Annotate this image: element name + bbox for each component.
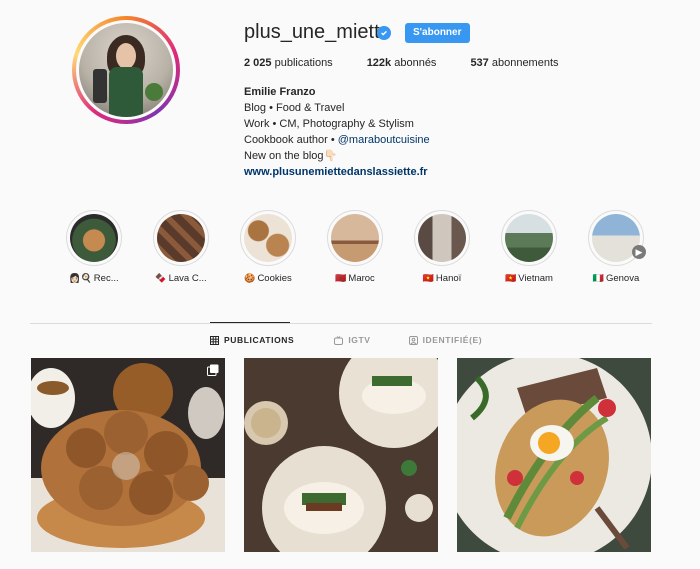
highlight-item[interactable]: 🍫 Lava C... — [145, 210, 217, 284]
stat-following[interactable]: 537 abonnements — [470, 57, 558, 69]
tab-igtv[interactable]: IGTV — [334, 335, 370, 345]
stat-publications[interactable]: 2 025 publications — [244, 57, 333, 69]
highlight-thumbnail — [157, 214, 205, 262]
stat-followers[interactable]: 122k abonnés — [367, 57, 437, 69]
post-thumbnail[interactable] — [244, 358, 438, 552]
profile-username: plus_une_miette — [244, 21, 391, 43]
avatar-border — [76, 20, 176, 120]
highlight-item[interactable]: 🇻🇳 Vietnam — [493, 210, 565, 284]
post-image — [31, 358, 225, 552]
bio-line: Cookbook author • @maraboutcuisine — [244, 134, 430, 146]
highlight-thumbnail — [70, 214, 118, 262]
highlight-label: Genova — [605, 273, 640, 284]
profile-tabs: PUBLICATIONS IGTV IDENTIFIÉ(E) — [210, 335, 520, 345]
bio-name: Emilie Franzo — [244, 86, 316, 98]
post-thumbnail[interactable] — [457, 358, 651, 552]
highlight-label: Cookies — [257, 273, 292, 284]
bio-mention-link[interactable]: @maraboutcuisine — [338, 134, 430, 146]
verified-badge-icon — [377, 26, 391, 40]
profile-avatar[interactable] — [72, 16, 180, 124]
bio-line: Work • CM, Photography & Stylism — [244, 118, 414, 130]
active-tab-indicator — [210, 322, 290, 323]
highlight-label: Rec... — [93, 273, 119, 284]
post-thumbnail[interactable] — [31, 358, 225, 552]
profile-bio: Emilie Franzo Blog • Food & Travel Work … — [244, 84, 430, 180]
highlight-item[interactable]: 🍪 Cookies — [232, 210, 304, 284]
igtv-icon — [334, 335, 344, 345]
post-image — [244, 358, 438, 552]
highlight-thumbnail — [244, 214, 292, 262]
highlight-thumbnail — [331, 214, 379, 262]
bio-line: Blog • Food & Travel — [244, 102, 345, 114]
highlight-thumbnail — [418, 214, 466, 262]
follow-button[interactable]: S'abonner — [405, 23, 470, 43]
tab-publications[interactable]: PUBLICATIONS — [210, 335, 294, 345]
multiple-photos-icon — [207, 364, 219, 376]
tagged-icon — [408, 335, 418, 345]
highlights-next-arrow-icon[interactable]: ▶ — [632, 245, 646, 259]
bio-website-link[interactable]: www.plusunemiettedanslassiette.fr — [244, 164, 430, 180]
avatar-image — [79, 23, 173, 117]
highlight-label: Hanoï — [435, 273, 462, 284]
tab-tagged[interactable]: IDENTIFIÉ(E) — [408, 335, 483, 345]
grid-icon — [210, 335, 219, 345]
highlight-item[interactable]: 👩🏻🍳 Rec... — [58, 210, 130, 284]
highlight-label: Lava C... — [168, 273, 207, 284]
highlight-item[interactable]: 🇻🇳 Hanoï — [406, 210, 478, 284]
post-image — [457, 358, 651, 552]
tabs-divider — [30, 323, 652, 324]
highlight-label: Maroc — [348, 273, 375, 284]
highlight-thumbnail — [505, 214, 553, 262]
profile-stats: 2 025 publications 122k abonnés 537 abon… — [244, 57, 593, 69]
bio-line: New on the blog👇🏻 — [244, 150, 338, 162]
highlight-label: Vietnam — [518, 273, 553, 284]
highlight-item[interactable]: 🇲🇦 Maroc — [319, 210, 391, 284]
